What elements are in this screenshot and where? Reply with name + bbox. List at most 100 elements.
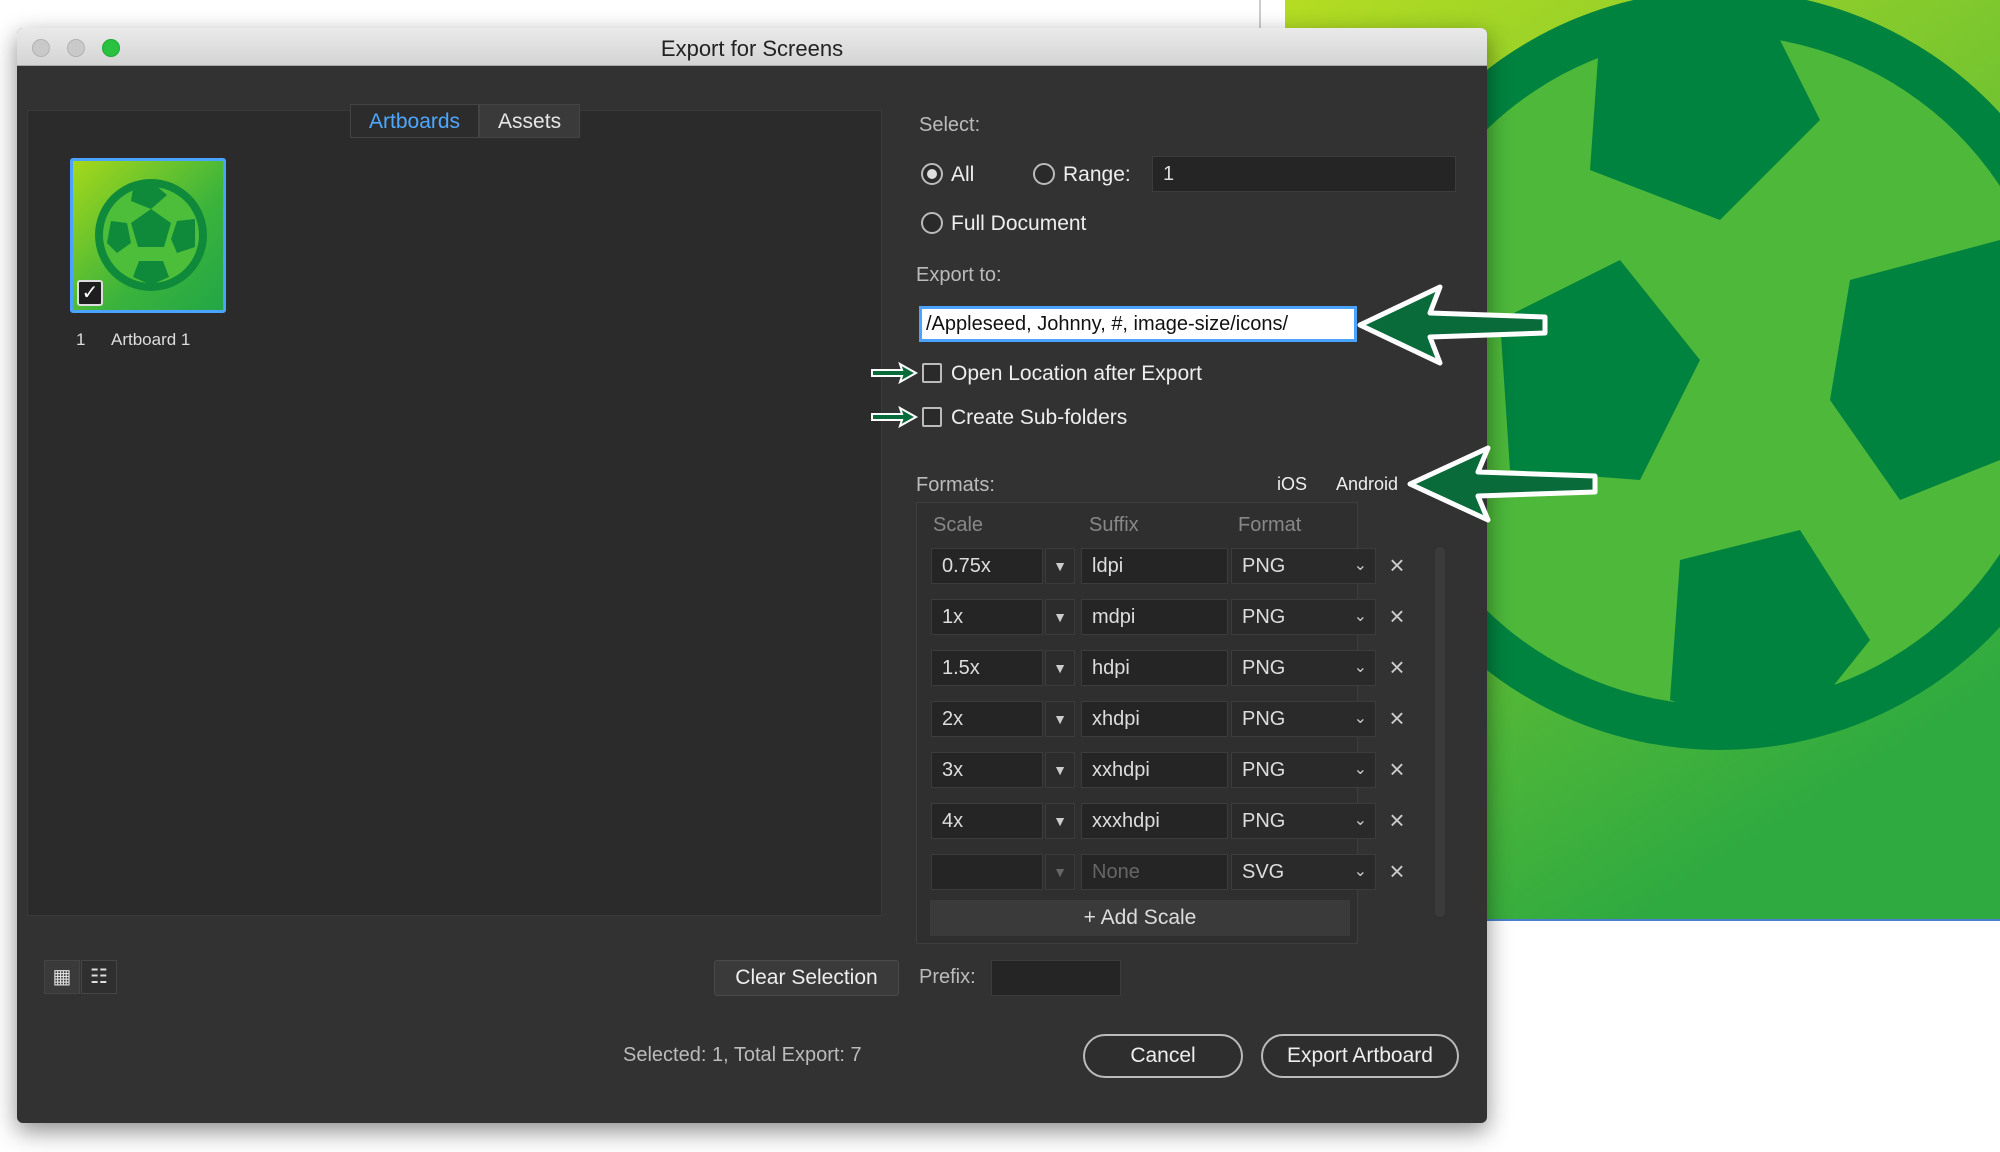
plus-icon: + xyxy=(1083,906,1096,929)
scale-input[interactable]: 0.75x xyxy=(931,548,1043,584)
remove-row-icon[interactable]: × xyxy=(1384,701,1410,737)
create-subfolders-label: Create Sub-folders xyxy=(951,406,1128,429)
scale-column-header: Scale xyxy=(933,514,984,536)
format-select[interactable]: PNG ⌄ xyxy=(1231,701,1376,737)
ios-preset-link[interactable]: iOS xyxy=(1277,474,1307,495)
scale-dropdown-icon[interactable]: ▼ xyxy=(1045,803,1075,839)
format-value: PNG xyxy=(1242,555,1286,577)
full-document-label: Full Document xyxy=(951,212,1087,235)
artboard-thumbnail[interactable]: ✓ xyxy=(70,158,226,313)
format-row: 3x ▼ xxhdpi PNG ⌄ × xyxy=(931,752,1405,788)
open-location-label: Open Location after Export xyxy=(951,362,1202,385)
annotation-arrow-export-path xyxy=(1357,284,1548,366)
chevron-down-icon: ⌄ xyxy=(1353,812,1367,829)
create-subfolders-checkbox[interactable] xyxy=(922,407,942,427)
suffix-column-header: Suffix xyxy=(1089,514,1139,536)
scale-dropdown-icon[interactable]: ▼ xyxy=(1045,752,1075,788)
chevron-down-icon: ⌄ xyxy=(1353,761,1367,778)
suffix-input[interactable]: xhdpi xyxy=(1081,701,1228,737)
prefix-label: Prefix: xyxy=(919,966,976,988)
suffix-input[interactable]: mdpi xyxy=(1081,599,1228,635)
chevron-down-icon: ⌄ xyxy=(1353,659,1367,676)
add-scale-label: Add Scale xyxy=(1100,906,1197,929)
add-scale-button[interactable]: + Add Scale xyxy=(930,900,1350,936)
format-row: ▼ None SVG ⌄ × xyxy=(931,854,1405,890)
clear-selection-button[interactable]: Clear Selection xyxy=(714,960,899,996)
scale-dropdown-icon[interactable]: ▼ xyxy=(1045,599,1075,635)
open-location-checkbox[interactable] xyxy=(922,363,942,383)
screen: Export for Screens Artboards Assets ✓ 1 … xyxy=(0,0,2000,1152)
artboard-name: Artboard 1 xyxy=(111,330,191,349)
scale-dropdown-icon[interactable]: ▼ xyxy=(1045,548,1075,584)
select-range-radio[interactable] xyxy=(1033,163,1055,185)
full-document-radio[interactable] xyxy=(921,212,943,234)
annotation-arrow-android xyxy=(1407,445,1598,523)
suffix-input[interactable]: hdpi xyxy=(1081,650,1228,686)
scale-dropdown-icon[interactable]: ▼ xyxy=(1045,701,1075,737)
chevron-down-icon: ⌄ xyxy=(1353,710,1367,727)
chevron-down-icon: ⌄ xyxy=(1353,557,1367,574)
format-value: PNG xyxy=(1242,810,1286,832)
export-status-text: Selected: 1, Total Export: 7 xyxy=(623,1044,862,1066)
android-preset-link[interactable]: Android xyxy=(1336,474,1398,495)
scale-input[interactable]: 3x xyxy=(931,752,1043,788)
suffix-input[interactable]: None xyxy=(1081,854,1228,890)
format-value: SVG xyxy=(1242,861,1285,883)
prefix-input[interactable] xyxy=(991,960,1121,996)
chevron-down-icon: ⌄ xyxy=(1353,608,1367,625)
format-select[interactable]: PNG ⌄ xyxy=(1231,599,1376,635)
format-select[interactable]: PNG ⌄ xyxy=(1231,752,1376,788)
format-value: PNG xyxy=(1242,759,1286,781)
scale-input[interactable]: 4x xyxy=(931,803,1043,839)
scale-input[interactable]: 1x xyxy=(931,599,1043,635)
tab-artboards[interactable]: Artboards xyxy=(350,104,480,138)
select-all-radio[interactable] xyxy=(921,163,943,185)
list-view-icon[interactable]: ☷ xyxy=(81,960,117,994)
remove-row-icon[interactable]: × xyxy=(1384,599,1410,635)
suffix-input[interactable]: xxxhdpi xyxy=(1081,803,1228,839)
scale-input[interactable]: 1.5x xyxy=(931,650,1043,686)
export-path-field[interactable]: /Appleseed, Johnny, #, image-size/icons/ xyxy=(919,306,1357,342)
cancel-button[interactable]: Cancel xyxy=(1083,1034,1243,1078)
suffix-input[interactable]: xxhdpi xyxy=(1081,752,1228,788)
export-to-label: Export to: xyxy=(916,264,1002,286)
format-select[interactable]: PNG ⌄ xyxy=(1231,803,1376,839)
format-select[interactable]: SVG ⌄ xyxy=(1231,854,1376,890)
remove-row-icon[interactable]: × xyxy=(1384,650,1410,686)
scale-input[interactable] xyxy=(931,854,1043,890)
format-value: PNG xyxy=(1242,657,1286,679)
format-value: PNG xyxy=(1242,708,1286,730)
range-input[interactable]: 1 xyxy=(1152,156,1456,192)
export-artboard-button[interactable]: Export Artboard xyxy=(1261,1034,1459,1078)
suffix-input[interactable]: ldpi xyxy=(1081,548,1228,584)
remove-row-icon[interactable]: × xyxy=(1384,548,1410,584)
chevron-down-icon: ⌄ xyxy=(1353,863,1367,880)
format-row: 2x ▼ xhdpi PNG ⌄ × xyxy=(931,701,1405,737)
checkmark-icon[interactable]: ✓ xyxy=(77,280,103,306)
formats-label: Formats: xyxy=(916,474,995,496)
formats-scrollbar[interactable] xyxy=(1435,547,1445,917)
format-row: 4x ▼ xxxhdpi PNG ⌄ × xyxy=(931,803,1405,839)
format-select[interactable]: PNG ⌄ xyxy=(1231,548,1376,584)
remove-row-icon[interactable]: × xyxy=(1384,854,1410,890)
format-select[interactable]: PNG ⌄ xyxy=(1231,650,1376,686)
select-label: Select: xyxy=(919,114,981,136)
remove-row-icon[interactable]: × xyxy=(1384,752,1410,788)
format-row: 1.5x ▼ hdpi PNG ⌄ × xyxy=(931,650,1405,686)
grid-view-icon[interactable]: ▦ xyxy=(44,960,80,994)
format-row: 1x ▼ mdpi PNG ⌄ × xyxy=(931,599,1405,635)
format-column-header: Format xyxy=(1238,514,1302,536)
scale-dropdown-icon[interactable]: ▼ xyxy=(1045,650,1075,686)
scale-input[interactable]: 2x xyxy=(931,701,1043,737)
artboard-number: 1 xyxy=(76,330,86,349)
scale-dropdown-icon[interactable]: ▼ xyxy=(1045,854,1075,890)
panel-tabs: Artboards Assets xyxy=(350,104,581,138)
format-row: 0.75x ▼ ldpi PNG ⌄ × xyxy=(931,548,1405,584)
tab-assets[interactable]: Assets xyxy=(479,104,581,138)
annotation-arrow-open-location xyxy=(871,361,919,385)
window-title: Export for Screens xyxy=(660,36,844,61)
remove-row-icon[interactable]: × xyxy=(1384,803,1410,839)
select-range-label: Range: xyxy=(1063,163,1131,186)
title-bar: Export for Screens xyxy=(17,28,1487,66)
format-value: PNG xyxy=(1242,606,1286,628)
